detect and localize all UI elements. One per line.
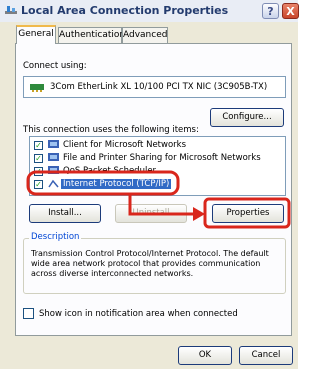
item-label: Internet Protocol (TCP/IP) [61, 179, 172, 189]
adapter-name: 3Com EtherLink XL 10/100 PCI TX NIC (3C9… [50, 82, 268, 92]
protocol-icon [48, 179, 59, 188]
ok-button[interactable]: OK [178, 346, 232, 365]
properties-dialog: Local Area Connection Properties ? X Gen… [0, 0, 299, 369]
items-label: This connection uses the following items… [23, 125, 199, 135]
item-label: Client for Microsoft Networks [63, 140, 187, 150]
window-title: Local Area Connection Properties [21, 4, 229, 17]
tab-authentication[interactable]: Authentication [58, 27, 125, 43]
description-title: Description [29, 232, 82, 242]
item-label: QoS Packet Scheduler [63, 166, 157, 176]
cancel-button[interactable]: Cancel [239, 346, 293, 365]
list-item[interactable]: ✓ File and Printer Sharing for Microsoft… [34, 153, 279, 165]
uninstall-button[interactable]: Uninstall [115, 204, 187, 223]
components-list[interactable]: ✓ Client for Microsoft Networks ✓ File a… [29, 136, 286, 196]
qos-scheduler-icon [48, 166, 59, 174]
properties-button[interactable]: Properties [212, 204, 284, 223]
close-button[interactable]: X [282, 3, 299, 19]
network-connection-icon [5, 6, 17, 14]
description-text: Transmission Control Protocol/Internet P… [31, 249, 269, 278]
file-printer-sharing-icon [48, 153, 59, 161]
item-label: File and Printer Sharing for Microsoft N… [63, 153, 261, 163]
item-checkbox[interactable]: ✓ [34, 180, 43, 189]
item-checkbox[interactable]: ✓ [34, 154, 43, 163]
list-item[interactable]: ✓ QoS Packet Scheduler [34, 166, 279, 178]
tab-general[interactable]: General [16, 25, 56, 44]
network-adapter-icon [30, 84, 44, 92]
tab-advanced[interactable]: Advanced [122, 27, 168, 43]
install-button[interactable]: Install... [29, 204, 101, 223]
title-bar[interactable]: Local Area Connection Properties ? X [0, 0, 299, 22]
configure-button[interactable]: Configure... [210, 108, 284, 127]
client-icon [48, 140, 59, 148]
adapter-field: 3Com EtherLink XL 10/100 PCI TX NIC (3C9… [23, 76, 286, 98]
connect-using-label: Connect using: [23, 61, 87, 71]
item-checkbox[interactable]: ✓ [34, 141, 43, 150]
help-button[interactable]: ? [262, 3, 279, 19]
notification-label: Show icon in notification area when conn… [39, 309, 238, 319]
list-item[interactable]: ✓ Internet Protocol (TCP/IP) [34, 179, 279, 191]
item-checkbox[interactable]: ✓ [34, 167, 43, 176]
notification-checkbox[interactable] [23, 308, 34, 319]
list-item[interactable]: ✓ Client for Microsoft Networks [34, 140, 279, 152]
